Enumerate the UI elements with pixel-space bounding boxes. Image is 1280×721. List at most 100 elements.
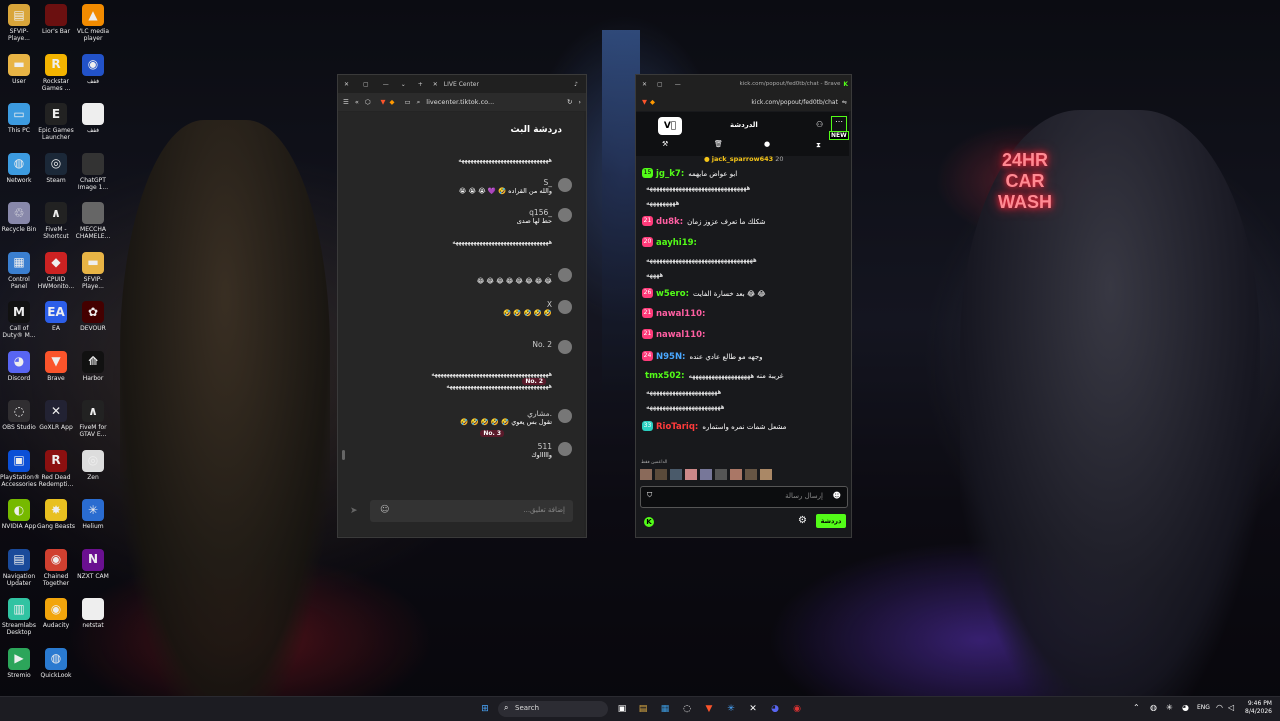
emote-thumb[interactable] [655,469,667,480]
desktop-icon[interactable]: ▭ This PC [0,103,38,134]
desktop-icon[interactable]: ▦ Control Panel [0,251,38,290]
desktop-icon[interactable]: ◉ ففف [74,53,112,85]
desktop-icon[interactable]: ◍ Network [0,152,38,184]
tab-live-center[interactable]: LIVE Center [444,81,479,88]
app-taskbar-icon[interactable]: ◉ [790,702,804,716]
desktop-icon[interactable]: ♲ Recycle Bin [0,202,38,233]
message-username[interactable]: RioTariq: [656,422,698,432]
emote-thumb[interactable] [745,469,757,480]
desktop-icon[interactable]: ▤ SFVIP-Playe... [0,4,38,42]
helium-taskbar-icon[interactable]: ✳ [724,702,738,716]
message-username[interactable]: No. 2 [352,340,552,349]
desktop-icon[interactable]: MECCHA CHAMELE... [74,202,112,240]
settings-icon[interactable]: ⚙ [798,515,807,526]
send-chat-button[interactable]: دردشة [816,514,846,528]
desktop-icon[interactable]: ◉ Chained Together [37,548,75,587]
desktop-icon[interactable]: ▶ Stremio [0,647,38,679]
back-double-icon[interactable]: « [355,98,359,106]
rewards-icon[interactable]: ◆ [390,98,395,106]
emoji-icon[interactable]: ☻ [833,491,841,500]
restore-icon[interactable]: ▢ [657,81,663,88]
more-options-button[interactable]: ⋯ [831,116,847,132]
pinned-user[interactable]: jack_sparrow643 [712,155,773,163]
comment-input[interactable]: ☺ إضافة تعليق... [370,500,573,522]
message-username[interactable]: aayhi19: [656,238,697,248]
avatar[interactable] [558,178,572,192]
message-username[interactable]: q156_ [352,208,552,217]
avatar[interactable] [558,208,572,222]
discord-taskbar-icon[interactable]: ◕ [768,702,782,716]
desktop-icon[interactable]: N NZXT CAM [74,548,112,580]
desktop-icon[interactable]: ▼ Brave [37,350,75,382]
tray-app-icon[interactable]: ✳ [1166,703,1173,712]
chevron-down-icon[interactable]: ⌄ [401,81,406,88]
task-view-icon[interactable]: ▣ [615,702,629,716]
desktop-icon[interactable]: ▬ User [0,53,38,85]
send-icon[interactable]: ➤ [350,506,358,516]
desktop-icon[interactable]: ✕ GoXLR App [37,400,75,431]
emote-thumb[interactable] [685,469,697,480]
photos-icon[interactable]: ▦ [658,702,672,716]
close-icon[interactable]: ✕ [642,81,647,88]
message-username[interactable]: tmx502: [645,371,685,381]
emote-thumb[interactable] [670,469,682,480]
extensions-icon[interactable]: ⬡ [365,98,371,106]
desktop-icon[interactable]: ◆ CPUID HWMonito... [37,251,75,290]
desktop-icon[interactable]: ◉ Audacity [37,598,75,629]
desktop-icon[interactable]: ▥ Streamlabs Desktop [0,598,38,636]
language-indicator[interactable]: ENG [1197,704,1210,711]
wifi-icon[interactable]: ◠ [1216,703,1223,712]
kick-footer-logo-icon[interactable]: K [644,517,654,527]
desktop-icon[interactable]: ▯ netstat [74,598,112,629]
message-username[interactable]: . [352,268,552,277]
desktop-icon[interactable]: ◎ Steam [37,152,75,184]
desktop-icon[interactable]: Lior's Bar [37,4,75,35]
emoji-icon[interactable]: ☺ [380,505,389,515]
brave-shield-icon[interactable]: ▼ [381,98,386,106]
volume-icon[interactable]: ◁ [1228,703,1234,712]
obs-icon[interactable]: ◌ [680,702,694,716]
message-username[interactable]: jg_k7: [656,169,684,179]
message-username[interactable]: S_ [352,178,552,187]
message-username[interactable]: X [352,300,552,309]
emote-thumb[interactable] [715,469,727,480]
chat-bubble-icon[interactable]: ● [764,140,770,148]
emote-thumb[interactable] [640,469,652,480]
file-explorer-icon[interactable]: ▤ [636,702,650,716]
reload-icon[interactable]: ↻ [567,98,572,106]
desktop-icon[interactable]: ChatGPT Image 1... [74,152,112,191]
desktop-icon[interactable]: ▬ SFVIP-Playe... [74,251,112,290]
desktop-icon[interactable]: R Rockstar Games ... [37,53,75,92]
search-icon[interactable]: ⌕ [417,98,421,107]
desktop-icon[interactable]: ✸ Gang Beasts [37,499,75,530]
emote-thumb[interactable] [700,469,712,480]
desktop-icon[interactable]: ◌ OBS Studio [0,400,38,431]
desktop-icon[interactable]: EA EA [37,301,75,332]
message-username[interactable]: du8k: [656,217,683,227]
streamer-avatar[interactable]: V⃞ [658,117,682,135]
desktop-icon[interactable]: ▲ VLC media player [74,4,112,42]
message-username[interactable]: w5ero: [656,289,689,299]
kick-url[interactable]: kick.com/popout/fed0tb/chat [751,99,838,106]
desktop-icon[interactable]: ⟰ Harbor [74,350,112,382]
emote-thumb[interactable] [730,469,742,480]
desktop-icon[interactable]: M Call of Duty® M... [0,301,38,339]
tiktok-scrollbar[interactable] [342,450,345,460]
clock[interactable]: 9:46 PM 8/4/2026 [1242,700,1272,716]
forward-icon[interactable]: › [578,98,581,106]
tiktok-url[interactable]: livecenter.tiktok.co... [426,98,494,106]
trash-icon[interactable]: 🗑 [714,140,723,148]
desktop-icon[interactable]: R Red Dead Redempti... [37,449,75,488]
menu-icon[interactable]: ☰ [343,98,349,106]
desktop-icon[interactable]: ◍ QuickLook [37,647,75,679]
tray-chevron-icon[interactable]: ⌃ [1133,703,1140,712]
desktop-icon[interactable]: ∧ FiveM - Shortcut [37,202,75,240]
timer-icon[interactable]: ⧗ [816,141,821,150]
desktop-icon[interactable]: E Epic Games Launcher [37,103,75,141]
desktop-icon[interactable]: ▣ PlayStation® Accessories [0,449,40,488]
desktop-icon[interactable]: ▤ Navigation Updater [0,548,38,587]
desktop-icon[interactable]: ◎ Zen [74,449,112,481]
minimize-icon[interactable]: — [383,81,389,88]
tray-network-icon[interactable]: ◍ [1150,703,1157,712]
desktop-icon[interactable]: ∧ FiveM for GTAV E... [74,400,112,438]
